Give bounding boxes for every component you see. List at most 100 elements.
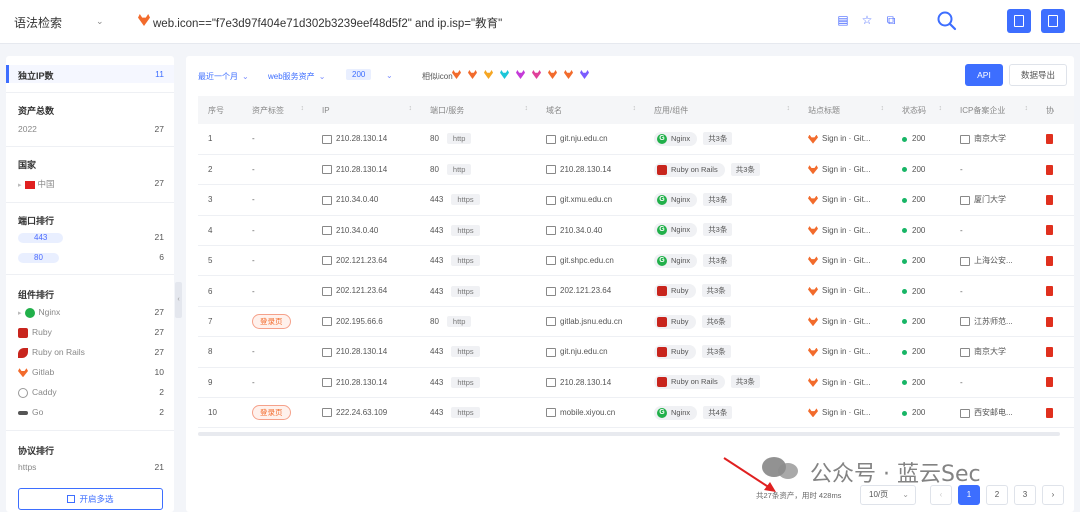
- chevron-down-icon[interactable]: ⌄: [96, 16, 104, 27]
- sort-icon[interactable]: ↕: [787, 105, 791, 112]
- icp-company[interactable]: 厦门大学: [974, 195, 1006, 204]
- more-components-tag[interactable]: 共4条: [703, 405, 733, 419]
- sidebar-row-port[interactable]: 443 21: [18, 232, 164, 244]
- similar-favicon-icon[interactable]: [564, 70, 573, 79]
- chevron-right-icon[interactable]: ▸: [18, 182, 22, 189]
- sidebar-row-year[interactable]: 2022 27: [18, 124, 164, 136]
- similar-favicon-icon[interactable]: [452, 70, 461, 79]
- sidebar-row-component[interactable]: ▸ Nginx 27: [18, 307, 164, 319]
- sidebar-row-component[interactable]: Gitlab 10: [18, 367, 164, 379]
- save-query-button[interactable]: [1007, 9, 1031, 33]
- column-header[interactable]: 资产标签 ↕: [242, 96, 312, 124]
- open-query-button[interactable]: [1041, 9, 1065, 33]
- page-size-select[interactable]: 10/页 ⌄: [860, 485, 916, 505]
- table-row[interactable]: 2-210.28.130.14 80 http 210.28.130.14 Ruby o…: [198, 154, 1074, 186]
- domain-link[interactable]: git.nju.edu.cn: [560, 347, 608, 356]
- icp-company[interactable]: 上海公安...: [974, 256, 1013, 265]
- ip-link[interactable]: 210.28.130.14: [336, 165, 387, 174]
- sidebar-row-component[interactable]: Ruby on Rails 27: [18, 347, 164, 359]
- similar-favicon-icon[interactable]: [468, 70, 477, 79]
- horizontal-scrollbar[interactable]: [198, 432, 1060, 436]
- sort-icon[interactable]: ↕: [633, 105, 637, 112]
- app-component-tag[interactable]: Ruby: [654, 314, 696, 329]
- more-components-tag[interactable]: 共6条: [701, 314, 731, 328]
- chevron-right-icon[interactable]: ▸: [18, 310, 22, 317]
- domain-link[interactable]: gitlab.jsnu.edu.cn: [560, 317, 622, 326]
- sort-icon[interactable]: ↕: [881, 105, 885, 112]
- ip-link[interactable]: 210.28.130.14: [336, 134, 387, 143]
- app-component-tag[interactable]: Ruby on Rails: [654, 375, 725, 390]
- prev-page-button[interactable]: ‹: [930, 485, 952, 505]
- export-button[interactable]: 数据导出: [1009, 64, 1067, 86]
- api-button[interactable]: API: [965, 64, 1003, 86]
- page-button-2[interactable]: 2: [986, 485, 1008, 505]
- similar-favicon-icon[interactable]: [532, 70, 541, 79]
- domain-link[interactable]: git.nju.edu.cn: [560, 134, 608, 143]
- sort-icon[interactable]: ↕: [301, 105, 305, 112]
- ip-link[interactable]: 210.28.130.14: [336, 378, 387, 387]
- icp-company[interactable]: 南京大学: [974, 134, 1006, 143]
- table-row[interactable]: 7 登录页 202.195.66.6 80 http gitlab.jsnu.edu.cn…: [198, 306, 1074, 338]
- domain-link[interactable]: 210.28.130.14: [560, 165, 611, 174]
- domain-link[interactable]: 210.28.130.14: [560, 378, 611, 387]
- document-icon[interactable]: ▤: [836, 13, 850, 27]
- table-row[interactable]: 9-210.28.130.14 443 https 210.28.130.14 Ruby…: [198, 367, 1074, 399]
- similar-favicon-icon[interactable]: [580, 70, 589, 79]
- copy-icon[interactable]: ⧉: [884, 13, 898, 27]
- app-component-tag[interactable]: G Nginx: [654, 131, 698, 146]
- next-page-button[interactable]: ›: [1042, 485, 1064, 505]
- app-component-tag[interactable]: G Nginx: [654, 192, 698, 207]
- chevron-down-icon[interactable]: ⌄: [386, 71, 393, 80]
- sidebar-row-component[interactable]: Ruby 27: [18, 327, 164, 339]
- similar-favicon-icon[interactable]: [484, 70, 493, 79]
- sidebar-title-unique-ip[interactable]: 独立IP数: [18, 69, 54, 82]
- star-icon[interactable]: ☆: [860, 13, 874, 27]
- table-row[interactable]: 6-202.121.23.64 443 https 202.121.23.64 Ruby…: [198, 275, 1074, 307]
- more-components-tag[interactable]: 共3条: [703, 223, 733, 237]
- domain-link[interactable]: git.xmu.edu.cn: [560, 195, 612, 204]
- table-row[interactable]: 1- 210.28.130.14 80 http git.nju.edu.cn G Ngin…: [198, 124, 1074, 155]
- table-row[interactable]: 4-210.34.0.40 443 https 210.34.0.40 G Nginx 共3…: [198, 215, 1074, 247]
- app-component-tag[interactable]: Ruby: [654, 284, 696, 299]
- domain-link[interactable]: 210.34.0.40: [560, 226, 602, 235]
- similar-favicon-icon[interactable]: [548, 70, 557, 79]
- login-page-tag[interactable]: 登录页: [252, 314, 291, 330]
- ip-link[interactable]: 210.34.0.40: [336, 195, 378, 204]
- ip-link[interactable]: 222.24.63.109: [336, 408, 387, 417]
- app-component-tag[interactable]: G Nginx: [654, 253, 698, 268]
- sidebar-row-protocol[interactable]: https 21: [18, 462, 164, 474]
- search-mode-select[interactable]: 语法检索: [14, 14, 62, 31]
- icp-company[interactable]: 江苏师范...: [974, 317, 1013, 326]
- column-header[interactable]: 应用/组件 ↕: [644, 96, 798, 124]
- ip-link[interactable]: 202.121.23.64: [336, 286, 387, 295]
- sort-icon[interactable]: ↕: [939, 105, 943, 112]
- search-icon[interactable]: [936, 10, 958, 32]
- column-header[interactable]: 站点标题 ↕: [798, 96, 892, 124]
- more-components-tag[interactable]: 共3条: [703, 192, 733, 206]
- sidebar-row-port[interactable]: 80 6: [18, 252, 164, 264]
- column-header[interactable]: IP ↕: [312, 96, 420, 124]
- login-page-tag[interactable]: 登录页: [252, 405, 291, 421]
- similar-favicon-icon[interactable]: [516, 70, 525, 79]
- ip-link[interactable]: 210.28.130.14: [336, 347, 387, 356]
- more-components-tag[interactable]: 共3条: [730, 162, 760, 176]
- app-component-tag[interactable]: G Nginx: [654, 223, 698, 238]
- time-filter-dropdown[interactable]: 最近一个月 ⌄: [198, 71, 249, 82]
- icp-company[interactable]: 南京大学: [974, 347, 1006, 356]
- domain-link[interactable]: mobile.xiyou.cn: [560, 408, 615, 417]
- table-row[interactable]: 5- 202.121.23.64 443 https git.shpc.edu.cn G N…: [198, 245, 1074, 277]
- sidebar-collapse-handle[interactable]: ‹: [175, 282, 182, 318]
- search-query-input[interactable]: web.icon=="f7e3d97f404e71d302b3239eef48d…: [153, 15, 502, 31]
- column-header[interactable]: 端口/服务 ↕: [420, 96, 536, 124]
- more-components-tag[interactable]: 共3条: [701, 344, 731, 358]
- more-components-tag[interactable]: 共3条: [701, 284, 731, 298]
- sidebar-row-country[interactable]: ▸ 中国 27: [18, 178, 164, 190]
- ip-link[interactable]: 202.121.23.64: [336, 256, 387, 265]
- app-component-tag[interactable]: Ruby on Rails: [654, 162, 725, 177]
- column-header[interactable]: 状态码 ↕: [892, 96, 950, 124]
- sidebar-row-component[interactable]: Caddy 2: [18, 387, 164, 399]
- icp-company[interactable]: 西安邮电...: [974, 408, 1013, 417]
- table-row[interactable]: 3- 210.34.0.40 443 https git.xmu.edu.cn G Ngin…: [198, 184, 1074, 216]
- asset-type-dropdown[interactable]: web服务资产 ⌄: [268, 71, 325, 82]
- domain-link[interactable]: git.shpc.edu.cn: [560, 256, 614, 265]
